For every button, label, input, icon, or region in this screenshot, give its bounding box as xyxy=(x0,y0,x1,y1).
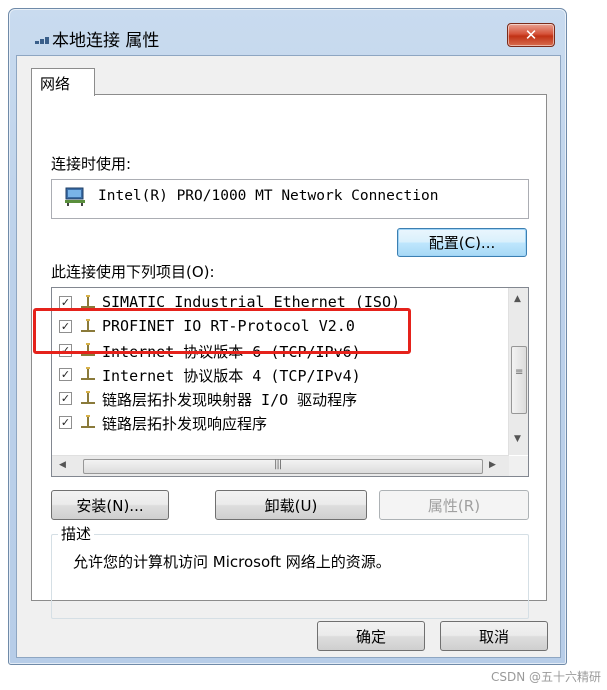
scroll-right-icon[interactable]: ▶ xyxy=(489,460,496,470)
properties-button[interactable]: 属性(R) xyxy=(379,490,529,520)
uninstall-button[interactable]: 卸载(U) xyxy=(215,490,367,520)
red-highlight-box xyxy=(33,308,411,354)
tab-network-label: 网络 xyxy=(40,75,71,93)
adapter-field: Intel(R) PRO/1000 MT Network Connection xyxy=(51,179,529,219)
list-item[interactable]: ✓ 链路层拓扑发现响应程序 xyxy=(52,411,509,435)
dialog-client-area: 网络 连接时使用: Intel(R) PRO/1000 MT Network C… xyxy=(16,55,561,658)
scrollbar-corner xyxy=(509,456,528,476)
uninstall-button-label: 卸载(U) xyxy=(264,496,318,515)
item-label: 链路层拓扑发现映射器 I/O 驱动程序 xyxy=(102,391,358,409)
description-group: 描述 允许您的计算机访问 Microsoft 网络上的资源。 xyxy=(51,523,529,619)
scroll-down-icon[interactable]: ▼ xyxy=(514,434,521,444)
vertical-scroll-thumb[interactable]: ≡ xyxy=(511,346,527,414)
title-bar[interactable]: 本地连接 属性 ✕ xyxy=(9,9,566,55)
item-checkbox[interactable]: ✓ xyxy=(59,392,72,405)
scroll-left-icon[interactable]: ◀ xyxy=(59,460,66,470)
list-item[interactable]: ✓ Internet 协议版本 4 (TCP/IPv4) xyxy=(52,363,509,387)
adapter-name: Intel(R) PRO/1000 MT Network Connection xyxy=(98,188,439,204)
vertical-scrollbar[interactable]: ▲ ≡ ▼ xyxy=(508,288,528,455)
connect-using-label: 连接时使用: xyxy=(51,155,132,173)
items-label: 此连接使用下列项目(O): xyxy=(51,263,215,281)
horizontal-scroll-thumb[interactable]: ||| xyxy=(83,459,483,474)
scroll-up-icon[interactable]: ▲ xyxy=(514,294,521,304)
grip-icon: ≡ xyxy=(515,367,523,378)
network-adapter-icon xyxy=(65,187,85,206)
cancel-button[interactable]: 取消 xyxy=(440,621,548,651)
network-connection-icon xyxy=(35,37,49,44)
tab-network[interactable]: 网络 xyxy=(31,68,95,96)
item-label: Internet 协议版本 4 (TCP/IPv4) xyxy=(102,367,361,385)
close-icon: ✕ xyxy=(524,26,538,44)
protocol-icon xyxy=(81,367,95,380)
description-legend: 描述 xyxy=(58,523,95,544)
configure-button-label: 配置(C)... xyxy=(428,234,496,252)
properties-button-label: 属性(R) xyxy=(427,496,481,515)
configure-button[interactable]: 配置(C)... xyxy=(397,228,527,257)
cancel-button-label: 取消 xyxy=(478,627,509,646)
horizontal-scrollbar[interactable]: ◀ ||| ▶ xyxy=(52,455,509,476)
item-checkbox[interactable]: ✓ xyxy=(59,416,72,429)
description-text: 允许您的计算机访问 Microsoft 网络上的资源。 xyxy=(73,553,391,571)
list-item[interactable]: ✓ 链路层拓扑发现映射器 I/O 驱动程序 xyxy=(52,387,509,411)
ok-button[interactable]: 确定 xyxy=(317,621,425,651)
install-button-label: 安装(N)... xyxy=(76,496,144,515)
watermark: CSDN @五十六精研 xyxy=(490,670,601,684)
protocol-icon xyxy=(81,391,95,404)
close-button[interactable]: ✕ xyxy=(507,23,555,47)
item-label: 链路层拓扑发现响应程序 xyxy=(102,415,268,433)
window-title: 本地连接 属性 xyxy=(52,31,160,51)
ok-button-label: 确定 xyxy=(355,627,386,646)
install-button[interactable]: 安装(N)... xyxy=(51,490,169,520)
protocol-icon xyxy=(81,415,95,428)
item-checkbox[interactable]: ✓ xyxy=(59,368,72,381)
grip-icon: ||| xyxy=(274,459,282,470)
